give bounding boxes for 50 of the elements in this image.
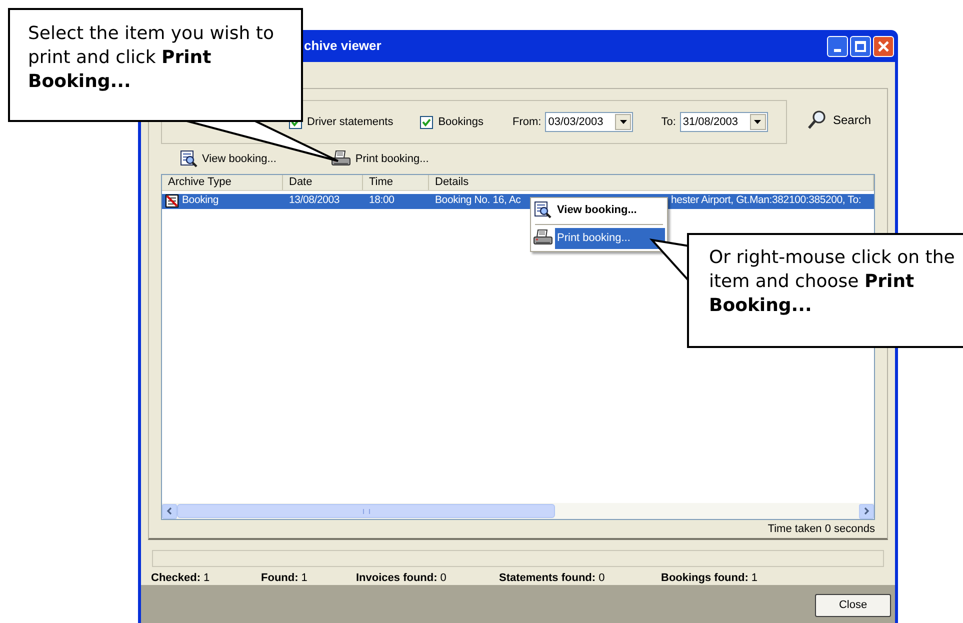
callout-text: Select the item you wish to print and click Print Booking...	[28, 22, 275, 94]
printer-icon	[533, 229, 553, 248]
scroll-thumb[interactable]	[177, 504, 555, 518]
minimize-button[interactable]	[827, 36, 848, 56]
stat-value: 1	[751, 570, 758, 586]
close-window-button[interactable]	[873, 36, 894, 56]
stat-label: Found:	[261, 570, 298, 586]
column-header[interactable]: Details	[429, 174, 874, 190]
maximize-icon	[855, 40, 866, 52]
close-button[interactable]: Close	[815, 594, 891, 617]
stat-value: 0	[598, 570, 605, 586]
table-cell-text: Booking No. 16, Ac	[434, 194, 521, 208]
column-header[interactable]: Time	[363, 174, 429, 190]
stat-value: 1	[204, 570, 210, 586]
scroll-left-icon[interactable]	[162, 504, 177, 519]
checkbox-label: Bookings	[438, 114, 484, 130]
time-taken-text: Time taken 0 seconds	[768, 522, 875, 537]
view-booking-button[interactable]: View booking...	[180, 150, 276, 168]
window-title: chive viewer	[304, 37, 382, 56]
magnifier-document-icon	[180, 150, 198, 168]
maximize-button[interactable]	[850, 36, 871, 56]
magnifier-document-icon	[533, 201, 553, 220]
table-cell-text: 13/08/2003	[288, 193, 341, 208]
column-header[interactable]: Date	[283, 174, 363, 190]
date-dropdown[interactable]: 31/08/2003	[680, 112, 768, 132]
column-header[interactable]: Archive Type	[162, 174, 283, 190]
table-cell-text: hester Airport, Gt.Man:382100:385200, To:	[671, 194, 862, 208]
table-cell-text: Booking	[182, 193, 219, 208]
search-icon	[807, 110, 827, 130]
printer-icon	[331, 150, 352, 168]
horizontal-scrollbar[interactable]	[162, 503, 874, 520]
stat-label: Invoices found:	[356, 570, 438, 586]
stat-value: 0	[440, 570, 446, 586]
minimize-icon	[834, 48, 841, 52]
date-dropdown[interactable]: 03/03/2003	[545, 112, 634, 132]
close-icon	[877, 40, 890, 52]
stat-label: Statements found:	[499, 570, 596, 586]
scroll-right-icon[interactable]	[859, 504, 874, 519]
date-label: To:	[661, 114, 676, 130]
checkbox[interactable]	[420, 116, 434, 128]
booking-document-icon	[165, 194, 179, 208]
date-label: From:	[512, 114, 542, 130]
stat-label: Checked:	[151, 570, 201, 586]
print-booking-button[interactable]: Print booking...	[331, 150, 429, 168]
checkbox-label: Driver statements	[307, 114, 394, 130]
callout-text: Or right-mouse click on the item and choose Print Booking...	[709, 246, 955, 318]
stat-label: Bookings found:	[661, 570, 748, 586]
search-button[interactable]: Search	[807, 110, 872, 130]
table-cell-text: 18:00	[368, 193, 396, 208]
stat-value: 1	[301, 570, 308, 586]
